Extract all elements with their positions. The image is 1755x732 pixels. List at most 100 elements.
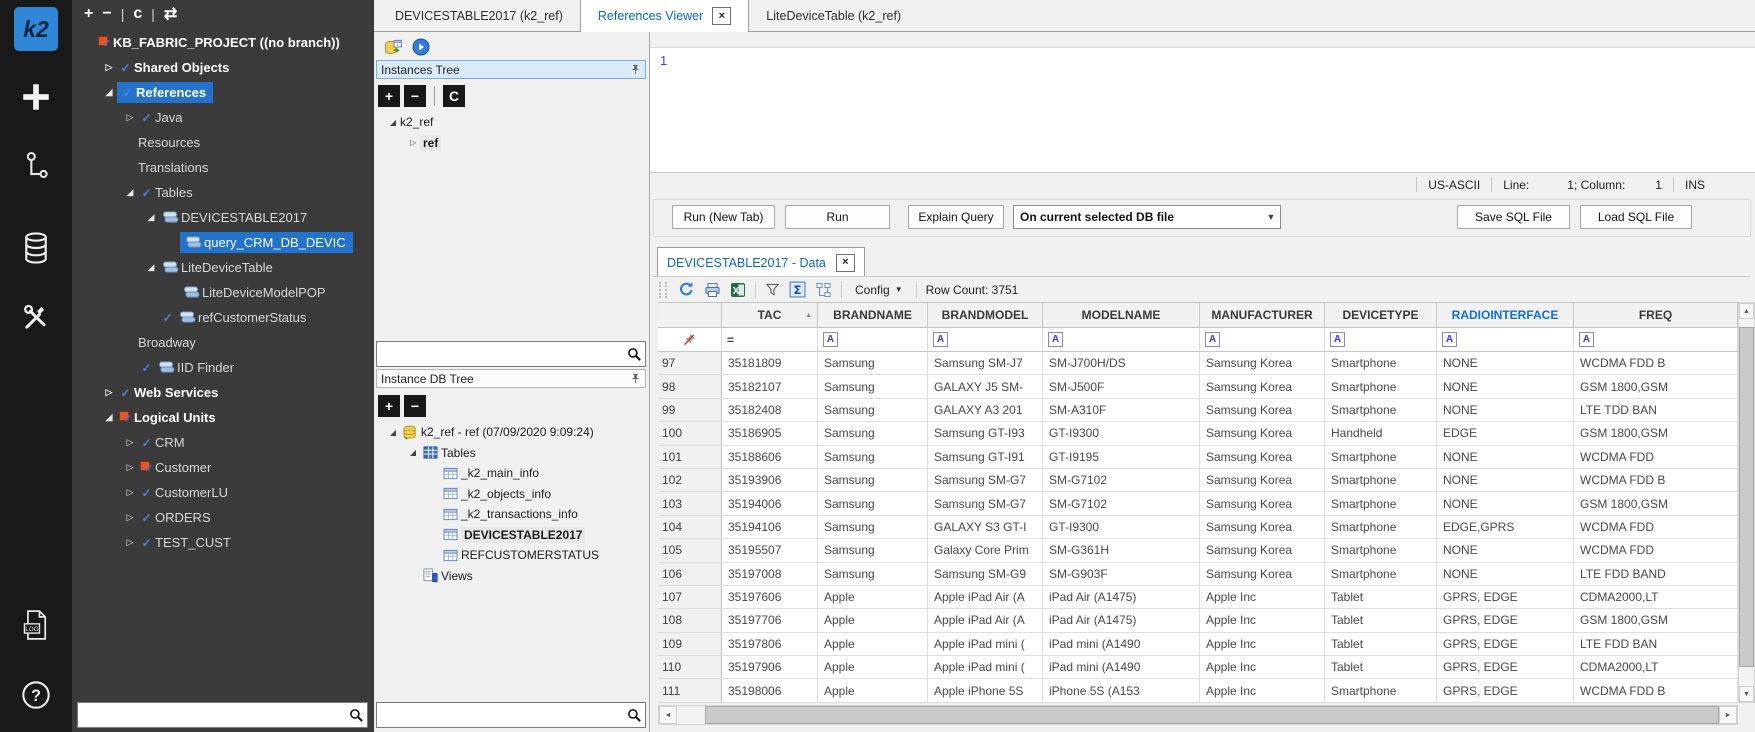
sync-button[interactable]: ⇄	[164, 4, 177, 24]
db-tree-search[interactable]	[376, 702, 646, 728]
filter-cell-manufacturer[interactable]: A	[1200, 328, 1325, 351]
table-row[interactable]: 10835197706AppleApple iPad Air (AiPad Ai…	[658, 609, 1738, 632]
tools-icon[interactable]	[0, 302, 72, 334]
tree-expander-icon[interactable]: ◢	[386, 118, 400, 127]
text-filter-icon[interactable]: A	[1442, 332, 1457, 347]
tree-expander-icon[interactable]: ▷	[122, 462, 138, 473]
save-sql-file-button[interactable]: Save SQL File	[1457, 205, 1570, 229]
filter-cell-devicetype[interactable]: A	[1325, 328, 1437, 351]
table-row[interactable]: 10635197008SamsungSamsung SM-G9SM-G903FS…	[658, 563, 1738, 586]
toolbar-grip[interactable]	[659, 282, 667, 298]
sidebar-item-broadway[interactable]: Broadway	[72, 330, 374, 355]
table-row[interactable]: 11035197906AppleApple iPad mini (iPad mi…	[658, 656, 1738, 679]
scroll-up-icon[interactable]: ▲	[1739, 303, 1754, 319]
vertical-scroll-thumb[interactable]	[1739, 327, 1754, 667]
scroll-left-icon[interactable]: ◄	[659, 706, 677, 724]
instances-refresh-button[interactable]: C	[443, 85, 465, 107]
text-filter-icon[interactable]: A	[1579, 332, 1594, 347]
tab-references-viewer[interactable]: References Viewer×	[580, 0, 749, 32]
sidebar-item-translations[interactable]: Translations	[72, 155, 374, 180]
text-filter-icon[interactable]: A	[1330, 332, 1345, 347]
sidebar-item-shared-objects[interactable]: ▷✓Shared Objects	[72, 55, 374, 80]
table-row[interactable]: 9935182408SamsungGALAXY A3 201SM-A310FSa…	[658, 399, 1738, 422]
scroll-down-icon[interactable]: ▼	[1739, 686, 1754, 702]
sidebar-item-iid-finder[interactable]: ✓IID Finder	[72, 355, 374, 380]
column-header-brandmodel[interactable]: BRANDMODEL	[928, 303, 1043, 327]
filter-cell-brandname[interactable]: A	[818, 328, 928, 351]
refresh-button[interactable]: c	[133, 5, 142, 23]
tree-expander-icon[interactable]: ▷	[122, 537, 138, 548]
tree-expander-icon[interactable]: ▷	[101, 387, 117, 398]
horizontal-scroll-track[interactable]	[677, 706, 705, 724]
text-filter-icon[interactable]: A	[933, 332, 948, 347]
horizontal-scroll-thumb[interactable]	[705, 706, 1719, 724]
instances-remove-button[interactable]: −	[404, 85, 426, 107]
instances-search-input[interactable]	[377, 342, 623, 366]
sidebar-item-test-cust[interactable]: ▷✓TEST_CUST	[72, 530, 374, 555]
load-sql-file-button[interactable]: Load SQL File	[1580, 205, 1692, 229]
instances-add-button[interactable]: +	[378, 85, 400, 107]
column-header-devicetype[interactable]: DEVICETYPE	[1325, 303, 1437, 327]
sidebar-item-logical-units[interactable]: ◢✓Logical Units	[72, 405, 374, 430]
sidebar-item-tables[interactable]: ◢✓Tables	[72, 180, 374, 205]
sidebar-item-web-services[interactable]: ▷✓Web Services	[72, 380, 374, 405]
text-filter-icon[interactable]: A	[1048, 332, 1063, 347]
run-new-tab-button[interactable]: Run (New Tab)	[672, 205, 775, 229]
text-filter-icon[interactable]: A	[1205, 332, 1220, 347]
print-icon[interactable]	[704, 282, 721, 298]
tree-item-refcustomerstatus[interactable]: REFCUSTOMERSTATUS	[374, 545, 648, 566]
refresh-icon[interactable]	[678, 281, 695, 298]
sidebar-item-resources[interactable]: Resources	[72, 130, 374, 155]
add-icon[interactable]	[0, 80, 72, 114]
run-icon[interactable]	[412, 38, 430, 56]
tree-item-k2-main-info[interactable]: _k2_main_info	[374, 463, 648, 484]
sidebar-item-customerlu[interactable]: ▷✓CustomerLU	[72, 480, 374, 505]
tree-expander-icon[interactable]: ▷	[122, 512, 138, 523]
table-row[interactable]: 10335194006SamsungSamsung SM-G7SM-G7102S…	[658, 492, 1738, 515]
table-row[interactable]: 10535195507SamsungGalaxy Core PrimSM-G36…	[658, 539, 1738, 562]
config-dropdown[interactable]: Config ▼	[851, 283, 907, 297]
export-excel-icon[interactable]: X	[730, 282, 746, 298]
table-row[interactable]: 10435194106SamsungGALAXY S3 GT-IGT-I9300…	[658, 516, 1738, 539]
database-icon[interactable]	[0, 231, 72, 265]
tree-item-k2-ref-ref-07-09-2020-9-09-24[interactable]: ◢k2_ref - ref (07/09/2020 9:09:24)	[374, 422, 648, 443]
table-row[interactable]: 11135198006AppleApple iPhone 5SiPhone 5S…	[658, 679, 1738, 702]
log-file-icon[interactable]: LOG	[0, 610, 72, 640]
add-node-button[interactable]: +	[84, 5, 93, 23]
db-target-select[interactable]: On current selected DB file ▼	[1013, 205, 1281, 229]
column-header-manufacturer[interactable]: MANUFACTURER	[1200, 303, 1325, 327]
group-icon[interactable]	[815, 282, 832, 298]
filter-cell-brandmodel[interactable]: A	[928, 328, 1043, 351]
table-row[interactable]: 9735181809SamsungSamsung SM-J7SM-J700H/D…	[658, 352, 1738, 375]
column-header-radiointerface[interactable]: RADIOINTERFACE	[1437, 303, 1574, 327]
table-row[interactable]: 9835182107SamsungGALAXY J5 SM-SM-J500FSa…	[658, 375, 1738, 398]
tree-item-k2-objects-info[interactable]: _k2_objects_info	[374, 484, 648, 505]
tree-item-ref[interactable]: ▷ref	[374, 133, 648, 154]
table-row[interactable]: 10735197606AppleApple iPad Air (AiPad Ai…	[658, 586, 1738, 609]
tree-expander-icon[interactable]: ▷	[406, 138, 420, 147]
project-search-input[interactable]	[78, 703, 345, 727]
run-button[interactable]: Run	[785, 205, 890, 229]
tree-expander-icon[interactable]: ▷	[122, 487, 138, 498]
tree-expander-icon[interactable]: ◢	[122, 187, 138, 198]
column-header-brandname[interactable]: BRANDNAME	[818, 303, 928, 327]
instance-db-add-button[interactable]: +	[378, 395, 400, 417]
sidebar-item-devicestable2017[interactable]: ◢DEVICESTABLE2017	[72, 205, 374, 230]
tree-expander-icon[interactable]: ◢	[406, 448, 420, 457]
tree-item-k2-ref[interactable]: ◢k2_ref	[374, 112, 648, 133]
sidebar-item-crm[interactable]: ▷✓CRM	[72, 430, 374, 455]
sidebar-item-litedevicetable[interactable]: ◢LiteDeviceTable	[72, 255, 374, 280]
remove-node-button[interactable]: −	[102, 5, 111, 23]
column-header-modelname[interactable]: MODELNAME	[1043, 303, 1200, 327]
sidebar-item-refcustomerstatus[interactable]: ✓refCustomerStatus	[72, 305, 374, 330]
tab-devicestable2017-k2-ref[interactable]: DEVICESTABLE2017 (k2_ref)	[378, 0, 580, 31]
tree-expander-icon[interactable]: ◢	[143, 212, 159, 223]
sidebar-item-query-crm-db-devic[interactable]: query_CRM_DB_DEVIC	[72, 230, 374, 255]
tree-item-tables[interactable]: ◢Tables	[374, 443, 648, 464]
filter-cell-num[interactable]	[658, 328, 722, 351]
project-search[interactable]	[77, 702, 368, 728]
scroll-right-icon[interactable]: ►	[1719, 706, 1737, 724]
sidebar-item-orders[interactable]: ▷✓ORDERS	[72, 505, 374, 530]
instances-search[interactable]	[376, 341, 646, 367]
tree-expander-icon[interactable]: ◢	[101, 412, 117, 423]
